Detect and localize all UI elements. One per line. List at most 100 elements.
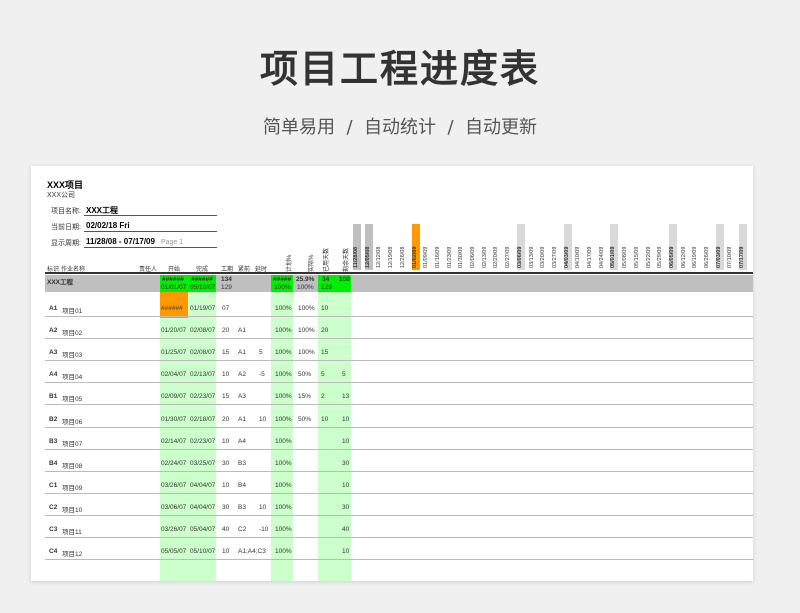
cell-dur: 10 xyxy=(222,481,230,489)
timeline-date-header: 11/28/08 xyxy=(353,224,361,270)
cell-elapsed: 5 xyxy=(321,371,325,379)
cell-name: 项目02 xyxy=(62,330,83,338)
summary-plan2: 100% xyxy=(274,284,291,291)
timeline-date-header: 05/29/09 xyxy=(657,246,664,268)
cell-name: 项目11 xyxy=(62,529,82,536)
cell-plan: 100% xyxy=(275,437,292,445)
table-row-divider xyxy=(45,426,753,428)
cell-start: 02/14/07 xyxy=(161,437,187,445)
timeline-date-header: 06/26/09 xyxy=(704,246,710,268)
timeline-date-header: 01/02/09 xyxy=(411,224,420,270)
summary-actual: 25.9% xyxy=(296,276,315,283)
cell-finish: 02/23/07 xyxy=(190,437,216,445)
cell-start: 02/04/07 xyxy=(161,371,187,379)
cell-pred: A4 xyxy=(238,437,246,445)
timeline-date-header: 03/20/09 xyxy=(540,246,547,268)
summary-duration2: 129 xyxy=(221,284,232,291)
cell-start: 01/20/07 xyxy=(161,327,187,335)
timeline-date-header: 03/27/09 xyxy=(551,246,558,268)
timeline-date-header: 02/13/09 xyxy=(481,246,488,268)
cell-start: 03/26/07 xyxy=(161,526,187,533)
cell-remaining: 13 xyxy=(342,393,350,401)
cell-pred: B3 xyxy=(238,503,246,511)
cell-start: ###### xyxy=(161,305,183,312)
plan-column-highlight xyxy=(271,275,293,581)
timeline-date-header: 05/22/09 xyxy=(645,246,652,268)
cell-name: 项目08 xyxy=(62,462,83,470)
finish-column-highlight xyxy=(188,275,216,581)
cell-id: A4 xyxy=(49,371,58,379)
timeline-date-header: 06/19/09 xyxy=(692,246,699,268)
cell-dur: 40 xyxy=(222,526,230,533)
cell-id: C1 xyxy=(49,481,58,489)
timeline-date-header: 07/10/09 xyxy=(727,246,734,268)
table-row-divider xyxy=(45,492,753,494)
info-label-project: 项目名称: xyxy=(51,208,81,215)
cell-start: 03/06/07 xyxy=(161,503,187,511)
company-name: XXX公司 xyxy=(47,192,76,199)
cell-id: B4 xyxy=(49,459,58,467)
cell-name: 项目09 xyxy=(62,484,83,492)
cell-dur: 10 xyxy=(222,437,230,445)
table-row-divider xyxy=(45,559,753,561)
cell-pred: A1;A4;C3 xyxy=(238,548,266,556)
cell-remaining: 10 xyxy=(342,437,350,445)
cell-plan: 100% xyxy=(275,481,292,489)
summary-actual2: 100% xyxy=(297,284,314,291)
table-row-divider xyxy=(45,470,753,472)
spreadsheet-preview: XXX项目 XXX公司 项目名称: XXX工程 当前日期: 02/02/18 F… xyxy=(31,166,753,581)
timeline-date-header: 04/24/09 xyxy=(598,246,605,268)
cell-id: C3 xyxy=(49,526,58,533)
info-value-period: 11/28/08 - 07/17/09 Page 1 xyxy=(86,237,184,246)
cell-dur: 20 xyxy=(222,327,230,335)
cell-remaining: 30 xyxy=(342,459,350,467)
cell-plan: 100% xyxy=(275,305,292,312)
cell-finish: 02/13/07 xyxy=(190,371,216,379)
timeline-date-header: 02/27/09 xyxy=(505,246,512,268)
table-row-divider xyxy=(45,360,753,362)
cell-elapsed: 10 xyxy=(321,415,329,423)
cell-pred: C2 xyxy=(238,526,247,533)
cell-pred: A1 xyxy=(238,349,246,357)
header-elapsed: 已用天数 xyxy=(324,247,330,272)
cell-dur: 07 xyxy=(222,305,230,312)
cell-dur: 10 xyxy=(222,371,230,379)
start-column-highlight xyxy=(160,275,188,581)
cell-name: 项目04 xyxy=(62,374,83,382)
cell-pred: A1 xyxy=(238,327,246,335)
cell-start: 02/09/07 xyxy=(161,393,187,401)
cell-name: 项目06 xyxy=(62,418,83,426)
cell-lag: -10 xyxy=(259,526,269,533)
cell-id: B2 xyxy=(49,415,58,423)
timeline-date-header: 05/15/09 xyxy=(633,246,640,268)
cell-id: C2 xyxy=(49,503,58,511)
cell-actual: 50% xyxy=(298,371,312,379)
cell-name: 项目12 xyxy=(62,551,83,559)
timeline-date-header: 06/12/09 xyxy=(680,246,687,268)
table-row-divider xyxy=(45,316,753,317)
cell-finish: 05/04/07 xyxy=(190,526,216,533)
cell-plan: 100% xyxy=(275,503,292,511)
cell-pred: B4 xyxy=(238,481,246,489)
timeline-date-header: 04/17/09 xyxy=(587,246,593,268)
cell-elapsed: 2 xyxy=(321,393,325,401)
cell-plan: 100% xyxy=(275,349,292,357)
cell-start: 05/05/07 xyxy=(161,548,187,556)
header-plan-pct: 计划% xyxy=(287,254,293,272)
cell-id: A1 xyxy=(49,305,58,312)
timeline-date-header: 12/12/08 xyxy=(376,246,383,268)
cell-pred: A2 xyxy=(238,371,246,379)
cell-actual: 100% xyxy=(298,327,315,335)
timeline-date-header: 06/05/09 xyxy=(668,224,677,270)
cell-dur: 15 xyxy=(222,349,230,357)
cell-id: B1 xyxy=(49,393,58,401)
cell-start: 01/30/07 xyxy=(161,415,187,423)
summary-elapsed: 34 xyxy=(322,276,330,283)
cell-name: 项目05 xyxy=(62,396,83,404)
cell-dur: 10 xyxy=(222,548,230,556)
cell-elapsed: 15 xyxy=(321,349,329,357)
timeline-date-header: 01/16/09 xyxy=(434,246,441,268)
table-row-divider xyxy=(45,537,753,538)
cell-finish: 02/08/07 xyxy=(190,349,216,357)
summary-finish2: 05/10/07 xyxy=(190,284,216,291)
